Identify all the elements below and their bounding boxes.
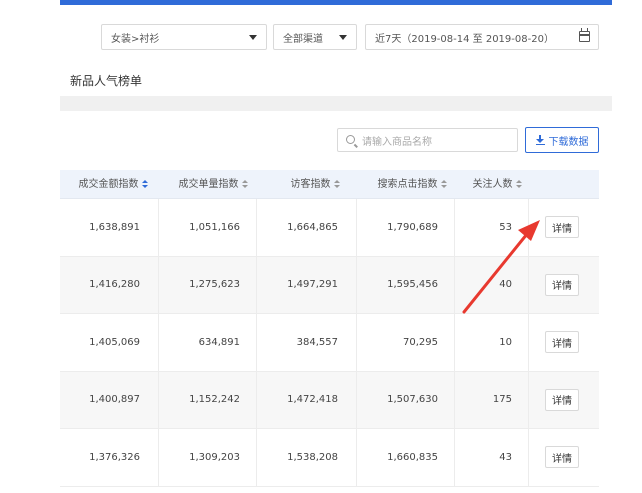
ranking-table: 成交金额指数 成交单量指数 访客指数 搜索点击指数 关注人数 1,638,891… — [60, 170, 599, 487]
column-header-order-count[interactable]: 成交单量指数 — [166, 170, 260, 199]
cell-followers: 53 — [454, 199, 528, 256]
detail-button[interactable]: 详情 — [545, 446, 579, 468]
download-icon — [535, 135, 545, 145]
cell-order-count: 1,275,623 — [158, 256, 256, 313]
cell-transaction-amount: 1,405,069 — [89, 336, 140, 348]
cell-visitors: 1,497,291 — [256, 256, 356, 313]
sort-icon — [241, 180, 248, 188]
sort-icon — [333, 180, 340, 188]
download-button-label: 下载数据 — [548, 136, 589, 148]
channel-select[interactable]: 全部渠道 — [273, 24, 357, 50]
search-placeholder: 请输入商品名称 — [362, 136, 432, 148]
column-header-search-clicks[interactable]: 搜索点击指数 — [366, 170, 458, 199]
cell-transaction-amount: 1,376,326 — [89, 451, 140, 463]
cell-visitors: 1,538,208 — [256, 429, 356, 486]
cell-followers: 10 — [454, 314, 528, 371]
cell-visitors: 384,557 — [256, 314, 356, 371]
cell-transaction-amount: 1,638,891 — [89, 221, 140, 233]
cell-order-count: 1,152,242 — [158, 371, 256, 428]
column-header-transaction-amount[interactable]: 成交金额指数 — [68, 170, 158, 199]
cell-visitors: 1,664,865 — [256, 199, 356, 256]
sort-icon — [440, 180, 447, 188]
column-header-visitors[interactable]: 访客指数 — [272, 170, 358, 199]
cell-search-clicks: 1,595,456 — [356, 256, 454, 313]
section-header — [60, 62, 612, 96]
date-range-picker[interactable]: 近7天（2019-08-14 至 2019-08-20） — [365, 24, 599, 50]
cell-search-clicks: 70,295 — [356, 314, 454, 371]
download-data-button[interactable]: 下载数据 — [525, 127, 599, 153]
detail-button[interactable]: 详情 — [545, 388, 579, 411]
cell-followers: 175 — [454, 371, 528, 428]
category-select[interactable]: 女装>衬衫 — [101, 24, 267, 50]
product-search-input[interactable]: 请输入商品名称 — [337, 128, 518, 152]
cell-visitors: 1,472,418 — [256, 371, 356, 428]
section-divider — [60, 96, 612, 111]
table-row: 1,400,897 1,152,242 1,472,418 1,507,630 … — [60, 371, 599, 429]
table-header: 成交金额指数 成交单量指数 访客指数 搜索点击指数 关注人数 — [60, 170, 599, 199]
table-row: 1,638,891 1,051,166 1,664,865 1,790,689 … — [60, 199, 599, 257]
cell-order-count: 634,891 — [158, 314, 256, 371]
cell-order-count: 1,309,203 — [158, 429, 256, 486]
table-row: 1,416,280 1,275,623 1,497,291 1,595,456 … — [60, 256, 599, 314]
cell-search-clicks: 1,790,689 — [356, 199, 454, 256]
channel-select-value: 全部渠道 — [283, 33, 323, 45]
chevron-down-icon — [339, 35, 347, 40]
sort-icon — [141, 180, 148, 188]
date-range-value: 近7天（2019-08-14 至 2019-08-20） — [375, 33, 554, 45]
cell-order-count: 1,051,166 — [158, 199, 256, 256]
cell-search-clicks: 1,507,630 — [356, 371, 454, 428]
cell-search-clicks: 1,660,835 — [356, 429, 454, 486]
sort-icon — [515, 180, 522, 188]
table-row: 1,376,326 1,309,203 1,538,208 1,660,835 … — [60, 429, 599, 487]
category-select-value: 女装>衬衫 — [111, 33, 160, 45]
search-icon — [346, 135, 355, 144]
cell-transaction-amount: 1,400,897 — [89, 394, 140, 406]
cell-followers: 40 — [454, 256, 528, 313]
detail-button[interactable]: 详情 — [545, 216, 579, 238]
section-title: 新品人气榜单 — [70, 74, 143, 88]
detail-button[interactable]: 详情 — [545, 331, 579, 353]
detail-button[interactable]: 详情 — [545, 273, 579, 296]
cell-followers: 43 — [454, 429, 528, 486]
column-header-followers[interactable]: 关注人数 — [462, 170, 532, 199]
chevron-down-icon — [249, 35, 257, 40]
cell-transaction-amount: 1,416,280 — [89, 279, 140, 291]
filter-bar: 女装>衬衫 全部渠道 近7天（2019-08-14 至 2019-08-20） — [60, 5, 612, 62]
table-row: 1,405,069 634,891 384,557 70,295 10 详情 — [60, 314, 599, 372]
calendar-icon — [579, 28, 590, 42]
